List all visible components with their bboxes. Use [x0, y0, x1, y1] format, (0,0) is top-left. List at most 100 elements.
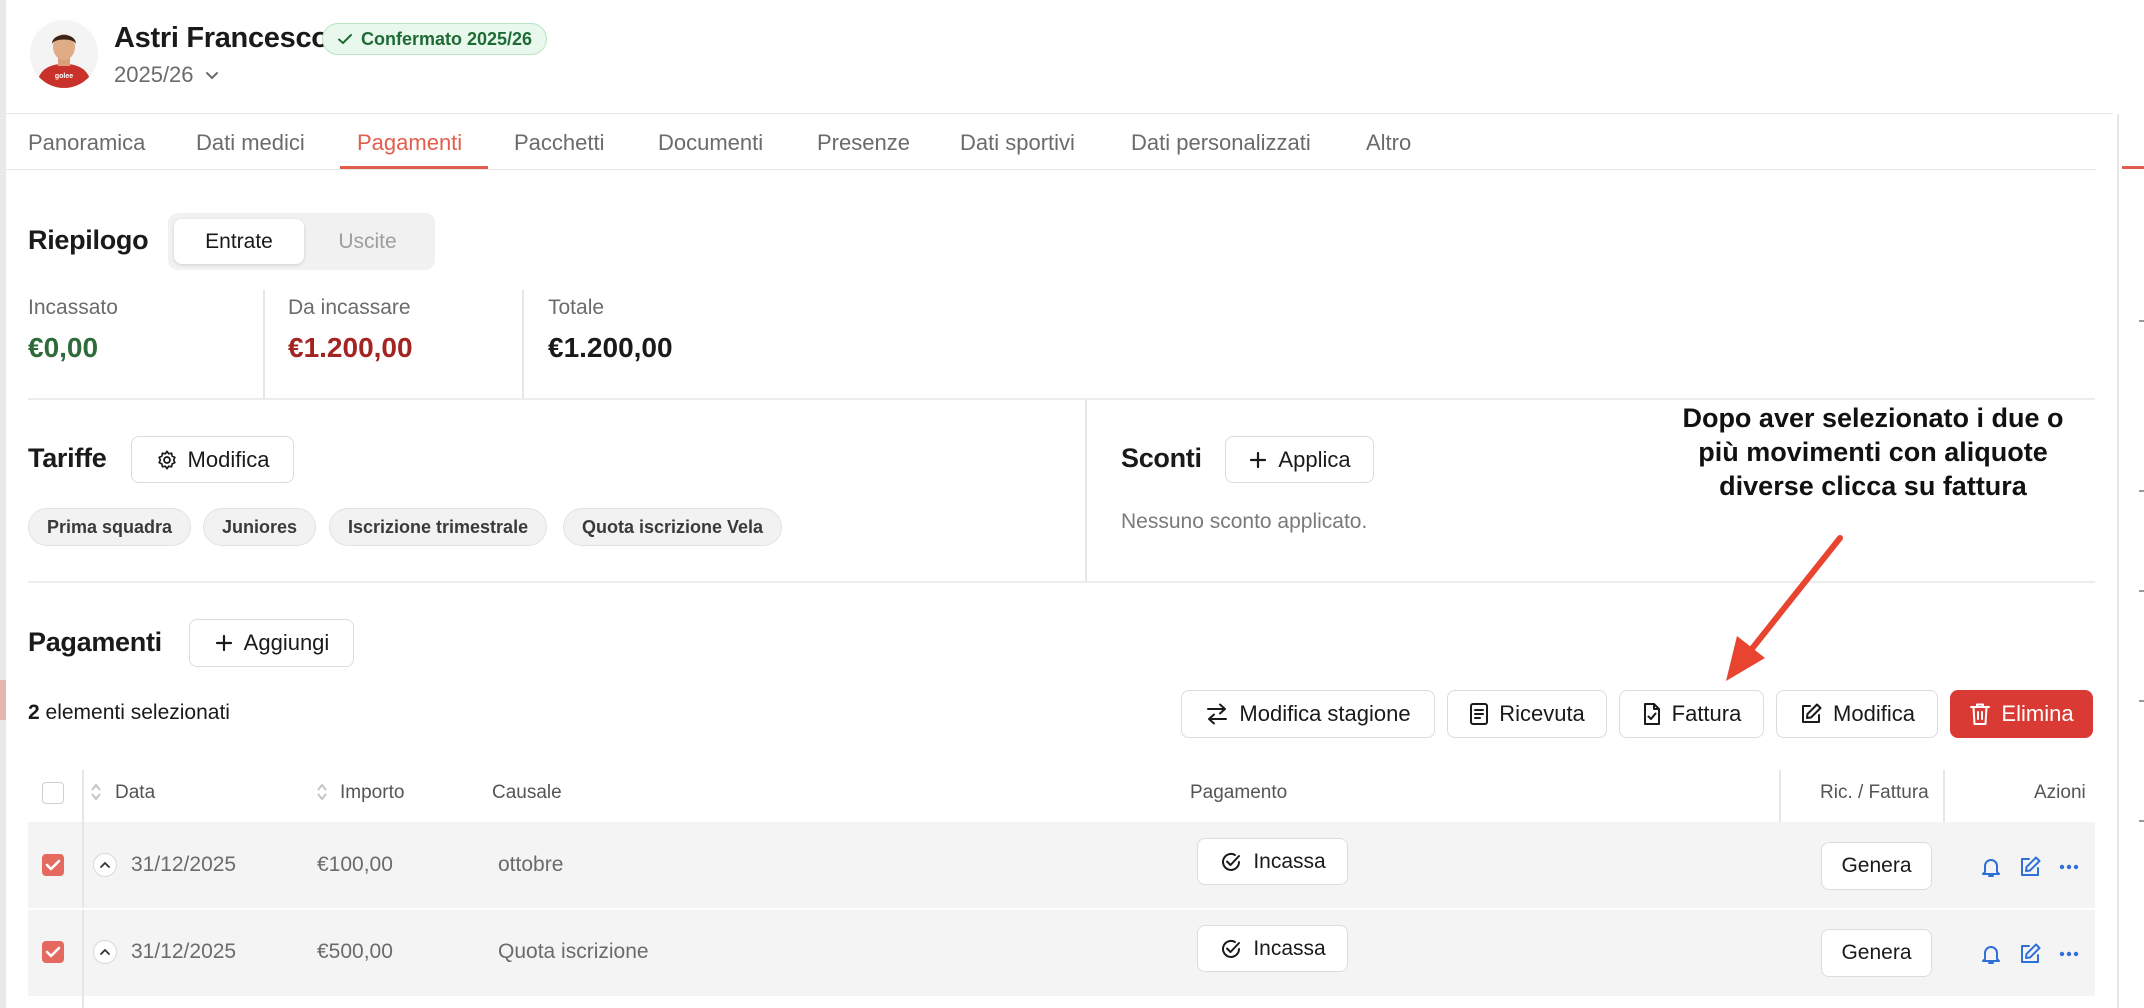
tab-altro[interactable]: Altro — [1366, 130, 1411, 156]
collect-button[interactable]: Incassa — [1197, 925, 1348, 972]
season-selector[interactable]: 2025/26 — [114, 62, 220, 88]
right-panel-divider — [2117, 114, 2119, 1008]
no-discount-text: Nessuno sconto applicato. — [1121, 510, 1368, 533]
plus-icon — [215, 634, 232, 652]
section-divider-vertical — [1085, 400, 1087, 582]
chevron-down-icon — [205, 72, 218, 80]
sort-icon[interactable] — [90, 782, 102, 802]
tariff-chip: Juniores — [203, 508, 317, 546]
tab-presenze[interactable]: Presenze — [817, 130, 910, 156]
expand-row-button[interactable] — [93, 940, 117, 964]
tab-dati-medici[interactable]: Dati medici — [196, 130, 305, 156]
stat-label-da-incassare: Da incassare — [288, 296, 411, 319]
expand-row-button[interactable] — [93, 853, 117, 877]
column-header-payment: Pagamento — [1190, 782, 1288, 803]
column-divider — [82, 822, 84, 908]
column-header-reason: Causale — [492, 782, 562, 803]
tab-documenti[interactable]: Documenti — [658, 130, 763, 156]
column-header-invoice: Ric. / Fattura — [1820, 782, 1929, 803]
tab-panoramica[interactable]: Panoramica — [28, 130, 145, 156]
row-checkbox[interactable] — [42, 941, 64, 963]
add-payment-button[interactable]: Aggiungi — [189, 619, 354, 667]
tab-bar: Panoramica Dati medici Pagamenti Pacchet… — [6, 114, 2096, 170]
tariff-chip: Quota iscrizione Vela — [563, 508, 783, 546]
stat-label-incassato: Incassato — [28, 296, 118, 319]
section-divider — [28, 398, 2095, 400]
edit-icon[interactable] — [2015, 852, 2045, 882]
more-options-icon[interactable] — [2054, 939, 2084, 969]
column-header-date[interactable]: Data — [115, 782, 155, 804]
profile-header: golee Astri Francesco Confermato 2025/26… — [6, 0, 2113, 114]
row-checkbox[interactable] — [42, 854, 64, 876]
tariff-chip: Prima squadra — [28, 508, 192, 546]
bell-icon[interactable] — [1976, 939, 2006, 969]
select-all-checkbox[interactable] — [42, 782, 64, 804]
column-divider — [1779, 770, 1781, 826]
toggle-entrate[interactable]: Entrate — [174, 219, 304, 264]
edit-label: Modifica — [1833, 701, 1915, 726]
selected-text: elementi selezionati — [45, 701, 230, 724]
file-check-icon — [1643, 703, 1660, 725]
svg-text:golee: golee — [55, 73, 73, 80]
right-panel-mark — [2139, 700, 2144, 702]
column-divider — [1943, 770, 1945, 826]
income-expense-toggle: Entrate Uscite — [168, 213, 435, 270]
tab-pagamenti[interactable]: Pagamenti — [357, 130, 462, 156]
status-badge: Confermato 2025/26 — [322, 23, 548, 55]
generate-label: Genera — [1841, 854, 1912, 877]
summary-title: Riepilogo — [28, 225, 149, 255]
chevron-up-icon — [100, 861, 110, 868]
row-amount: €500,00 — [317, 940, 393, 963]
toggle-uscite[interactable]: Uscite — [306, 219, 429, 264]
delete-label: Elimina — [2001, 701, 2074, 726]
annotation-text: Dopo aver selezionato i due o più movime… — [1682, 403, 2064, 501]
sconti-title: Sconti — [1121, 443, 1202, 473]
right-panel-mark — [2139, 490, 2144, 492]
tab-dati-personalizzati[interactable]: Dati personalizzati — [1131, 130, 1311, 156]
column-header-amount[interactable]: Importo — [340, 782, 404, 804]
receipt-label: Ricevuta — [1499, 701, 1585, 726]
edit-season-button[interactable]: Modifica stagione — [1181, 690, 1435, 738]
stat-value-incassato: €0,00 — [28, 332, 99, 363]
avatar[interactable]: golee — [30, 20, 98, 88]
collect-button[interactable]: Incassa — [1197, 838, 1348, 885]
delete-button[interactable]: Elimina — [1950, 690, 2093, 738]
edit-button[interactable]: Modifica — [1776, 690, 1938, 738]
check-circle-icon — [1222, 852, 1241, 871]
stat-divider — [263, 290, 265, 398]
tab-pacchetti[interactable]: Pacchetti — [514, 130, 605, 156]
edit-tariffe-label: Modifica — [187, 446, 270, 472]
row-date: 31/12/2025 — [131, 853, 237, 876]
receipt-button[interactable]: Ricevuta — [1447, 690, 1607, 738]
trash-icon — [1970, 703, 1991, 725]
edit-season-label: Modifica stagione — [1239, 701, 1411, 726]
collect-label: Incassa — [1253, 936, 1326, 960]
payments-title: Pagamenti — [28, 627, 162, 657]
bell-icon[interactable] — [1976, 852, 2006, 882]
row-reason: ottobre — [498, 853, 564, 876]
apply-discount-label: Applica — [1278, 446, 1351, 472]
edit-icon[interactable] — [2015, 939, 2045, 969]
right-panel-mark — [2139, 320, 2144, 322]
check-icon — [45, 859, 61, 871]
active-tab-indicator — [340, 166, 488, 169]
generate-invoice-button[interactable]: Genera — [1821, 929, 1932, 977]
apply-discount-button[interactable]: Applica — [1225, 436, 1374, 483]
collect-label: Incassa — [1253, 849, 1326, 873]
more-options-icon[interactable] — [2054, 852, 2084, 882]
stat-label-totale: Totale — [548, 296, 605, 319]
gear-icon — [157, 449, 176, 470]
generate-invoice-button[interactable]: Genera — [1821, 842, 1932, 890]
tariffe-title: Tariffe — [28, 443, 107, 473]
sort-icon[interactable] — [316, 782, 328, 802]
stat-value-da-incassare: €1.200,00 — [288, 332, 413, 363]
invoice-button[interactable]: Fattura — [1619, 690, 1764, 738]
receipt-icon — [1470, 703, 1489, 725]
chevron-up-icon — [100, 948, 110, 955]
athlete-name: Astri Francesco — [114, 22, 329, 54]
selected-count: 2 — [28, 701, 40, 724]
column-divider — [82, 910, 84, 1008]
tab-dati-sportivi[interactable]: Dati sportivi — [960, 130, 1075, 156]
right-panel-mark — [2139, 590, 2144, 592]
edit-tariffe-button[interactable]: Modifica — [131, 436, 294, 483]
